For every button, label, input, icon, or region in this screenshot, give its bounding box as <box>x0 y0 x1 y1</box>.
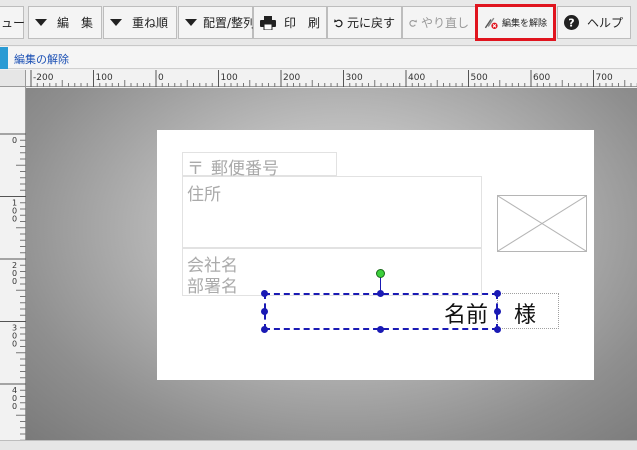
rotate-handle[interactable] <box>376 269 385 278</box>
undo-icon <box>334 18 343 27</box>
unlock-edit-tab-label: 編集の解除 <box>14 53 69 66</box>
menu-button[interactable]: ュー <box>0 6 26 39</box>
ruler-tick-label: 700 <box>596 73 613 83</box>
vertical-ruler-ticks: 0100200300400 <box>0 133 26 441</box>
ruler-tick-label: -200 <box>33 73 54 83</box>
print-label: 印 刷 <box>283 16 320 30</box>
resize-handle-right[interactable] <box>494 308 501 315</box>
undo-button[interactable]: 元に戻す <box>327 6 402 39</box>
ruler-tick-label: 100 <box>96 73 113 83</box>
resize-handle-top[interactable] <box>377 290 384 297</box>
ruler-tick-label: 0 <box>158 73 164 83</box>
help-label: ヘルプ <box>587 16 624 30</box>
resize-handle-bottom-right[interactable] <box>494 326 501 333</box>
address-field[interactable]: 住所 <box>182 176 482 248</box>
stack-order-label: 重ね順 <box>132 16 169 30</box>
vertical-ruler: 0100200300400 <box>0 87 26 441</box>
ruler-tick-label: 100 <box>221 73 238 83</box>
ruler-tick-label: 300 <box>346 73 363 83</box>
stack-order-button[interactable]: 重ね順 <box>103 6 177 39</box>
horizontal-ruler-ticks: -200 100 0 100 200 300 400 500 600 700 <box>30 70 637 87</box>
resize-handle-top-left[interactable] <box>261 290 268 297</box>
resize-handle-left[interactable] <box>261 308 268 315</box>
card-paper[interactable]: 〒 郵便番号 住所 会社名 部署名 様 名前 <box>157 130 594 380</box>
ruler-tick-label: 200 <box>283 73 300 83</box>
help-icon: ? <box>564 15 579 30</box>
subbar: 編集の解除 <box>0 47 637 69</box>
horizontal-ruler: -200 100 0 100 200 300 400 500 600 700 <box>26 70 637 87</box>
company-field[interactable]: 会社名 <box>182 248 482 276</box>
undo-label: 元に戻す <box>346 16 395 30</box>
edit-menu-label: 編 集 <box>57 16 94 30</box>
address-label: 住所 <box>187 185 221 205</box>
unlock-edit-icon <box>484 17 498 29</box>
align-button[interactable]: 配置/整列 <box>178 6 256 39</box>
unlock-edit-label: 編集を解除 <box>501 19 547 29</box>
toolbar: ュー 編 集 重ね順 配置/整列 印 刷 元に戻す やり直し 編集を解除 ? ヘ… <box>0 0 637 46</box>
svg-text:?: ? <box>568 17 574 30</box>
print-button[interactable]: 印 刷 <box>253 6 327 39</box>
ruler-tick-label: 0 <box>12 136 17 145</box>
ruler-tick-label: 0 <box>12 402 17 411</box>
redo-button[interactable]: やり直し <box>402 6 476 39</box>
dropdown-triangle-icon <box>110 19 122 26</box>
resize-handle-bottom[interactable] <box>377 326 384 333</box>
menu-label: ュー <box>1 16 26 30</box>
unlock-edit-button[interactable]: 編集を解除 <box>475 4 556 41</box>
ruler-tick-label: 400 <box>408 73 425 83</box>
align-label: 配置/整列 <box>203 16 256 30</box>
help-button[interactable]: ? ヘルプ <box>557 6 631 39</box>
subbar-accent <box>0 47 8 69</box>
honorific-field[interactable]: 様 <box>497 293 559 329</box>
name-label: 名前 <box>443 303 488 328</box>
ruler-tick-label: 600 <box>533 73 550 83</box>
photo-placeholder[interactable] <box>497 195 587 252</box>
resize-handle-bottom-left[interactable] <box>261 326 268 333</box>
redo-icon <box>409 19 417 27</box>
postal-code-field[interactable]: 〒 郵便番号 <box>182 152 337 179</box>
redo-label: やり直し <box>420 16 469 30</box>
name-field-selected[interactable]: 名前 <box>264 293 498 330</box>
dropdown-triangle-icon <box>185 19 197 26</box>
printer-icon <box>260 15 276 30</box>
edit-menu-button[interactable]: 編 集 <box>28 6 102 39</box>
image-placeholder-icon <box>497 195 587 252</box>
ruler-corner <box>0 70 26 87</box>
design-canvas[interactable]: 〒 郵便番号 住所 会社名 部署名 様 名前 <box>26 88 637 440</box>
status-bar <box>0 440 637 450</box>
honorific-label: 様 <box>514 303 537 328</box>
department-label: 部署名 <box>187 277 238 297</box>
dropdown-triangle-icon <box>35 19 47 26</box>
ruler-tick-label: 0 <box>12 215 17 224</box>
ruler-tick-label: 500 <box>471 73 488 83</box>
ruler-tick-label: 0 <box>12 277 17 286</box>
ruler-tick-label: 0 <box>12 340 17 349</box>
resize-handle-top-right[interactable] <box>494 290 501 297</box>
